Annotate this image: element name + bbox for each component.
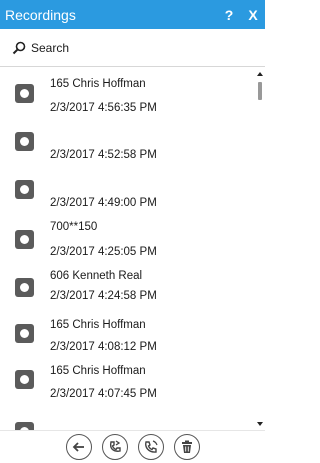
recording-item[interactable]: 165 Chris Hoffman 2/3/2017 4:08:12 PM <box>0 316 255 364</box>
help-button[interactable]: ? <box>219 7 239 23</box>
recording-time: 2/3/2017 4:56:35 PM <box>50 102 157 114</box>
title-bar: Recordings ? X <box>0 0 265 29</box>
back-button[interactable] <box>65 434 92 460</box>
recording-item[interactable]: 2/3/2017 4:52:58 PM <box>0 118 255 166</box>
search-icon <box>12 41 26 54</box>
record-icon <box>15 84 34 103</box>
record-icon <box>15 422 34 430</box>
recording-item[interactable]: 606 Kenneth Real 2/3/2017 4:24:58 PM <box>0 266 255 316</box>
bottom-toolbar <box>0 430 265 463</box>
scroll-down-arrow-icon[interactable] <box>257 422 263 426</box>
record-icon <box>15 180 34 199</box>
delete-button[interactable] <box>173 434 200 460</box>
recording-time: 2/3/2017 4:08:12 PM <box>50 341 157 353</box>
record-icon <box>15 132 34 151</box>
phone-call-icon <box>144 440 158 453</box>
trash-icon <box>181 440 192 453</box>
recording-item[interactable] <box>0 412 255 430</box>
record-icon <box>15 278 34 297</box>
recording-time: 2/3/2017 4:24:58 PM <box>50 290 157 302</box>
recording-name: 700**150 <box>50 221 98 233</box>
record-icon <box>15 324 34 343</box>
recording-time: 2/3/2017 4:49:00 PM <box>50 197 157 209</box>
recording-item[interactable]: 165 Chris Hoffman 2/3/2017 4:07:45 PM <box>0 364 255 412</box>
back-arrow-icon <box>72 442 84 452</box>
search-bar[interactable]: Search <box>0 29 265 67</box>
transfer-button[interactable] <box>101 434 128 460</box>
recording-name: 165 Chris Hoffman <box>50 78 146 90</box>
scroll-up-arrow-icon[interactable] <box>257 72 263 76</box>
record-icon <box>15 370 34 389</box>
recording-item[interactable]: 165 Chris Hoffman 2/3/2017 4:56:35 PM <box>0 68 255 118</box>
window-title: Recordings <box>5 6 76 23</box>
record-icon <box>15 230 34 249</box>
recording-name: 165 Chris Hoffman <box>50 365 146 377</box>
call-button[interactable] <box>137 434 164 460</box>
recording-name: 606 Kenneth Real <box>50 270 143 282</box>
recording-time: 2/3/2017 4:52:58 PM <box>50 149 157 161</box>
list-scrollbar[interactable] <box>255 68 265 430</box>
recording-item[interactable]: 2/3/2017 4:49:00 PM <box>0 166 255 214</box>
recordings-list[interactable]: 165 Chris Hoffman 2/3/2017 4:56:35 PM 2/… <box>0 68 265 430</box>
scroll-thumb[interactable] <box>258 82 262 100</box>
close-button[interactable]: X <box>243 7 263 23</box>
recording-time: 2/3/2017 4:25:05 PM <box>50 246 157 258</box>
phone-transfer-icon <box>109 440 121 452</box>
recording-time: 2/3/2017 4:07:45 PM <box>50 388 157 400</box>
search-label: Search <box>31 40 70 55</box>
recording-item[interactable]: 700**150 2/3/2017 4:25:05 PM <box>0 214 255 266</box>
recording-name: 165 Chris Hoffman <box>50 319 146 331</box>
